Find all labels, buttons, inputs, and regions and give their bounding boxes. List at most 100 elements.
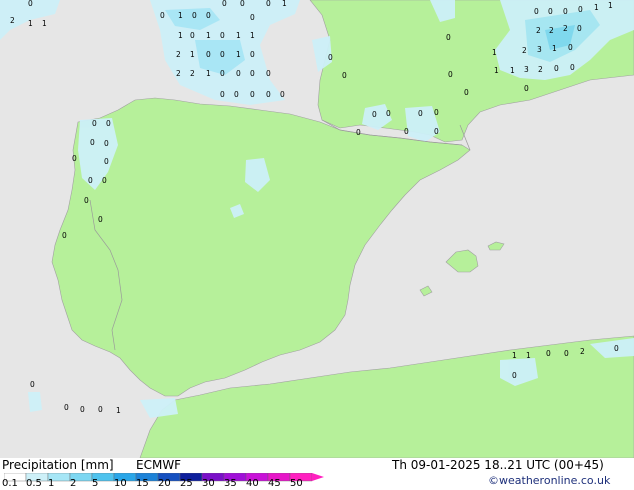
point-value-label: 0 <box>190 31 195 40</box>
precipitation-map: 02 1 10 1 0 0 01 0 1 0 1 12 1 0 0 1 02 2 1 0 0 0 00 0 0 0 00 0 0 10 0 0… <box>0 0 634 458</box>
point-value-label: 0 <box>434 108 439 117</box>
point-value-label: 2 <box>176 50 181 59</box>
legend-tick-label: 35 <box>224 478 237 489</box>
point-value-label: 1 <box>510 66 515 75</box>
point-value-label: 0 <box>554 64 559 73</box>
point-value-label: 0 <box>102 176 107 185</box>
point-value-label: 0 <box>464 88 469 97</box>
point-value-label: 1 <box>526 351 531 360</box>
point-value-label: 2 <box>176 69 181 78</box>
point-value-label: 0 <box>448 70 453 79</box>
point-value-label: 0 <box>434 127 439 136</box>
footer: 0.1 0.5 1 2 5 10 15 20 25 30 35 40 45 50 Precipitatio… <box>0 458 634 490</box>
point-value-label: 0 <box>28 0 33 8</box>
point-value-label: 0 <box>240 0 245 8</box>
credit-link[interactable]: ©weatheronline.co.uk <box>488 474 610 487</box>
point-value-label: 0 <box>512 371 517 380</box>
legend-tick-label: 1 <box>48 478 55 489</box>
legend-tick-label: 10 <box>114 478 127 489</box>
legend-tick-label: 45 <box>268 478 281 489</box>
legend-tick-label: 50 <box>290 478 303 489</box>
point-value-label: 0 <box>266 90 271 99</box>
point-value-label: 1 <box>178 31 183 40</box>
point-value-label: 0 <box>568 43 573 52</box>
precip-area-south <box>28 392 42 412</box>
point-value-label: 1 <box>608 1 613 10</box>
point-value-label: 0 <box>220 90 225 99</box>
legend-tick-label: 30 <box>202 478 215 489</box>
point-value-label: 0 <box>280 90 285 99</box>
point-value-label: 0 <box>220 31 225 40</box>
point-value-label: 2 <box>536 26 541 35</box>
point-value-label: 0 <box>220 50 225 59</box>
point-value-label: 2 <box>522 46 527 55</box>
point-value-label: 0 <box>524 84 529 93</box>
legend-tick-label: 0.5 <box>26 478 42 489</box>
point-value-label: 0 <box>356 128 361 137</box>
point-value-label: 0 <box>92 119 97 128</box>
point-value-label: 0 <box>266 0 271 8</box>
point-value-label: 1 <box>594 3 599 12</box>
point-value-label: 0 <box>80 405 85 414</box>
point-value-label: 0 <box>98 405 103 414</box>
point-value-label: 1 <box>512 351 517 360</box>
point-value-label: 3 <box>524 65 529 74</box>
point-value-label: 0 <box>342 71 347 80</box>
point-value-label: 0 <box>266 69 271 78</box>
point-value-label: 0 <box>418 109 423 118</box>
point-value-label: 2 <box>580 347 585 356</box>
point-value-label: 0 <box>563 7 568 16</box>
legend-tick-label: 5 <box>92 478 99 489</box>
point-value-label: 0 <box>90 138 95 147</box>
point-value-label: 0 <box>30 380 35 389</box>
point-value-label: 0 <box>98 215 103 224</box>
point-value-label: 0 <box>546 349 551 358</box>
point-value-label: 1 <box>190 50 195 59</box>
point-value-label: 0 <box>220 69 225 78</box>
point-value-label: 0 <box>386 109 391 118</box>
point-value-label: 0 <box>88 176 93 185</box>
valid-time: Th 09-01-2025 18..21 UTC (00+45) <box>392 458 604 472</box>
point-value-label: 1 <box>236 31 241 40</box>
point-value-label: 1 <box>236 50 241 59</box>
point-value-label: 0 <box>372 110 377 119</box>
point-value-label: 0 <box>192 11 197 20</box>
point-value-label: 0 <box>104 139 109 148</box>
point-value-label: 0 <box>570 63 575 72</box>
point-value-label: 0 <box>62 231 67 240</box>
point-value-label: 0 <box>222 0 227 8</box>
point-value-label: 0 <box>236 69 241 78</box>
point-value-label: 2 <box>538 65 543 74</box>
point-value-label: 0 <box>104 157 109 166</box>
point-value-label: 0 <box>72 154 77 163</box>
point-value-label: 0 <box>548 7 553 16</box>
legend-tick-label: 2 <box>70 478 77 489</box>
point-value-label: 0 <box>250 90 255 99</box>
point-value-label: 0 <box>250 50 255 59</box>
point-value-label: 2 <box>190 69 195 78</box>
point-value-label: 0 <box>206 50 211 59</box>
point-value-label: 1 <box>552 44 557 53</box>
model-name: ECMWF <box>136 458 182 472</box>
point-value-label: 1 <box>206 31 211 40</box>
legend-arrow-icon <box>312 473 324 481</box>
product-title: Precipitation [mm] <box>2 458 114 472</box>
legend-tick-label: 0.1 <box>2 478 18 489</box>
point-value-label: 0 <box>250 69 255 78</box>
point-value-label: 0 <box>106 119 111 128</box>
point-value-label: 1 <box>206 69 211 78</box>
point-value-label: 0 <box>250 13 255 22</box>
point-value-label: 0 <box>404 127 409 136</box>
point-value-label: 0 <box>234 90 239 99</box>
point-value-label: 0 <box>577 24 582 33</box>
legend-tick-label: 20 <box>158 478 171 489</box>
point-value-label: 0 <box>578 5 583 14</box>
point-value-label: 1 <box>116 406 121 415</box>
point-value-label: 0 <box>64 403 69 412</box>
point-value-label: 1 <box>178 11 183 20</box>
point-value-label: 1 <box>492 48 497 57</box>
point-value-label: 3 <box>537 45 542 54</box>
point-value-label: 0 <box>84 196 89 205</box>
point-value-label: 0 <box>534 7 539 16</box>
point-value-label: 0 <box>446 33 451 42</box>
